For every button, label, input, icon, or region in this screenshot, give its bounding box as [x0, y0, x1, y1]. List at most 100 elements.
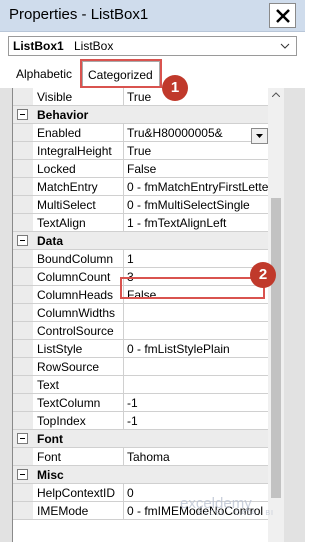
property-value[interactable]: 0 - fmMatchEntryFirstLetter — [123, 178, 269, 195]
property-name: Text — [37, 378, 60, 392]
property-value[interactable] — [123, 322, 269, 339]
property-value-text: Tahoma — [127, 450, 170, 464]
property-row[interactable]: Locked False — [13, 160, 269, 178]
property-row[interactable]: RowSource — [13, 358, 269, 376]
category-label: Behavior — [37, 108, 89, 122]
row-gutter — [13, 448, 33, 465]
property-row[interactable]: Text — [13, 376, 269, 394]
property-value[interactable]: True — [123, 142, 269, 159]
property-value-text: -1 — [127, 396, 138, 410]
property-row[interactable]: ControlSource — [13, 322, 269, 340]
property-value[interactable]: True — [123, 88, 269, 105]
property-name: IntegralHeight — [37, 144, 112, 158]
step-badge-1: 1 — [162, 75, 188, 101]
row-gutter — [13, 250, 33, 267]
property-name: MultiSelect — [37, 198, 96, 212]
property-value[interactable] — [123, 358, 269, 375]
category-row[interactable]: Misc — [13, 466, 269, 484]
property-value[interactable] — [123, 376, 269, 393]
property-value[interactable]: 1 — [123, 250, 269, 267]
tab-alphabetic[interactable]: Alphabetic — [16, 67, 72, 81]
row-gutter — [13, 106, 33, 123]
left-edge — [0, 88, 12, 542]
property-value[interactable]: 1 - fmTextAlignLeft — [123, 214, 269, 231]
row-gutter — [13, 88, 33, 105]
row-gutter — [13, 340, 33, 357]
property-row[interactable]: Enabled Tru&H80000005& — [13, 124, 269, 142]
row-gutter — [13, 304, 33, 321]
property-row[interactable]: MultiSelect 0 - fmMultiSelectSingle — [13, 196, 269, 214]
property-value-text: True — [127, 90, 152, 104]
property-value[interactable]: 0 - fmListStylePlain — [123, 340, 269, 357]
category-label: Data — [37, 234, 64, 248]
window-title: Properties - ListBox1 — [9, 6, 149, 23]
row-gutter — [13, 214, 33, 231]
property-name: ColumnHeads — [37, 288, 114, 302]
property-value[interactable]: -1 — [123, 412, 269, 429]
property-row[interactable]: Visible True — [13, 88, 269, 106]
property-row[interactable]: MatchEntry 0 - fmMatchEntryFirstLetter — [13, 178, 269, 196]
property-row[interactable]: TextAlign 1 - fmTextAlignLeft — [13, 214, 269, 232]
property-value[interactable]: False — [123, 160, 269, 177]
row-gutter — [13, 394, 33, 411]
property-value[interactable]: -1 — [123, 394, 269, 411]
category-row[interactable]: Data — [13, 232, 269, 250]
property-name: RowSource — [37, 360, 100, 374]
property-value-text: False — [127, 162, 157, 176]
property-value-text: 0 - fmMultiSelectSingle — [127, 198, 250, 212]
property-row[interactable]: IntegralHeight True — [13, 142, 269, 160]
enabled-dropdown-button[interactable] — [251, 128, 268, 144]
property-row[interactable]: TopIndex -1 — [13, 412, 269, 430]
collapse-icon[interactable] — [17, 433, 28, 444]
property-value[interactable]: 0 - fmMultiSelectSingle — [123, 196, 269, 213]
collapse-icon[interactable] — [17, 109, 28, 120]
property-name: TextColumn — [37, 396, 101, 410]
row-gutter — [13, 376, 33, 393]
property-value-text: 1 — [127, 252, 134, 266]
property-row[interactable]: ColumnWidths — [13, 304, 269, 322]
row-gutter — [13, 412, 33, 429]
row-gutter — [13, 322, 33, 339]
row-gutter — [13, 286, 33, 303]
chevron-down-icon — [280, 43, 290, 49]
row-gutter — [13, 196, 33, 213]
object-name: ListBox1 — [13, 39, 64, 53]
property-row[interactable]: TextColumn -1 — [13, 394, 269, 412]
collapse-icon[interactable] — [17, 469, 28, 480]
property-value-text: 0 - fmMatchEntryFirstLetter — [127, 180, 269, 194]
property-row[interactable]: Font Tahoma — [13, 448, 269, 466]
title-bar: Properties - ListBox1 — [0, 0, 305, 32]
object-selector[interactable]: ListBox1 ListBox — [8, 36, 297, 56]
property-row[interactable]: BoundColumn 1 — [13, 250, 269, 268]
vertical-scrollbar[interactable] — [268, 88, 284, 542]
property-value[interactable]: Tru&H80000005& — [123, 124, 269, 141]
category-row[interactable]: Font — [13, 430, 269, 448]
columncount-highlight — [120, 277, 265, 299]
row-gutter — [13, 124, 33, 141]
category-row[interactable]: Behavior — [13, 106, 269, 124]
property-value-text: True — [127, 144, 152, 158]
collapse-icon[interactable] — [17, 235, 28, 246]
property-name: ColumnWidths — [37, 306, 116, 320]
row-gutter — [13, 358, 33, 375]
object-type: ListBox — [74, 39, 114, 53]
property-value-text: -1 — [127, 414, 138, 428]
property-row[interactable]: ListStyle 0 - fmListStylePlain — [13, 340, 269, 358]
property-value[interactable] — [123, 304, 269, 321]
scroll-up-icon[interactable] — [272, 92, 280, 97]
row-gutter — [13, 178, 33, 195]
row-gutter — [13, 142, 33, 159]
row-gutter — [13, 160, 33, 177]
property-value[interactable]: Tahoma — [123, 448, 269, 465]
property-name: ColumnCount — [37, 270, 111, 284]
property-name: ListStyle — [37, 342, 83, 356]
property-name: Font — [37, 450, 62, 464]
categorized-highlight — [80, 59, 162, 88]
row-gutter — [13, 466, 33, 483]
property-name: TopIndex — [37, 414, 86, 428]
property-value-text: Tru&H80000005& — [127, 126, 223, 140]
close-button[interactable] — [269, 3, 296, 28]
property-grid: Visible True Behavior Enabled Tru&H80000005&… — [12, 88, 269, 542]
watermark-tagline: EXCEL · DATA · BI — [198, 510, 274, 517]
scroll-thumb[interactable] — [271, 198, 281, 498]
